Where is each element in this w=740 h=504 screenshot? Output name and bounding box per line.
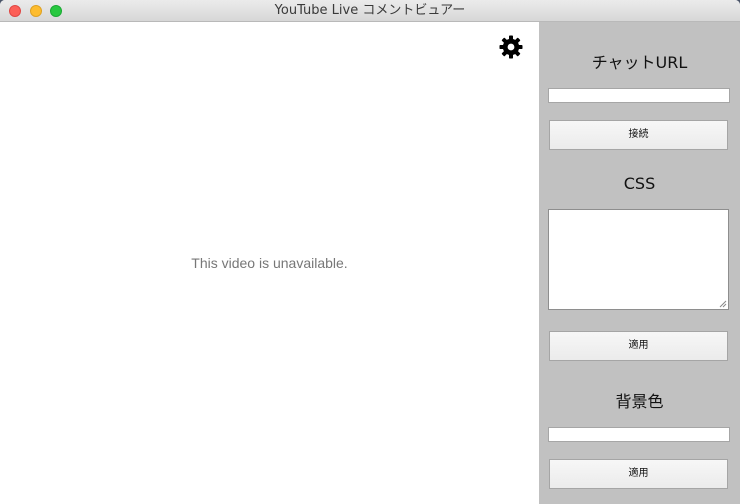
settings-sidebar: チャットURL 接続 CSS 適用 背景色 適用 xyxy=(539,22,740,504)
video-unavailable-message: This video is unavailable. xyxy=(191,255,348,271)
chat-url-label: チャットURL xyxy=(591,53,688,72)
app-window: YouTube Live コメントビュアー This video is unav… xyxy=(0,0,740,504)
background-color-label: 背景色 xyxy=(615,392,664,411)
background-color-input[interactable] xyxy=(548,427,730,442)
css-textarea[interactable] xyxy=(548,209,729,310)
apply-background-button[interactable]: 適用 xyxy=(549,459,728,489)
title-bar[interactable]: YouTube Live コメントビュアー xyxy=(0,0,740,22)
window-title: YouTube Live コメントビュアー xyxy=(274,3,466,18)
chat-url-input[interactable] xyxy=(548,88,730,103)
resize-grip-icon[interactable] xyxy=(719,300,727,308)
gear-icon[interactable] xyxy=(499,35,523,59)
apply-css-button[interactable]: 適用 xyxy=(549,331,728,361)
connect-button[interactable]: 接続 xyxy=(549,120,728,150)
video-player[interactable]: This video is unavailable. xyxy=(0,22,539,504)
css-label: CSS xyxy=(623,174,656,193)
